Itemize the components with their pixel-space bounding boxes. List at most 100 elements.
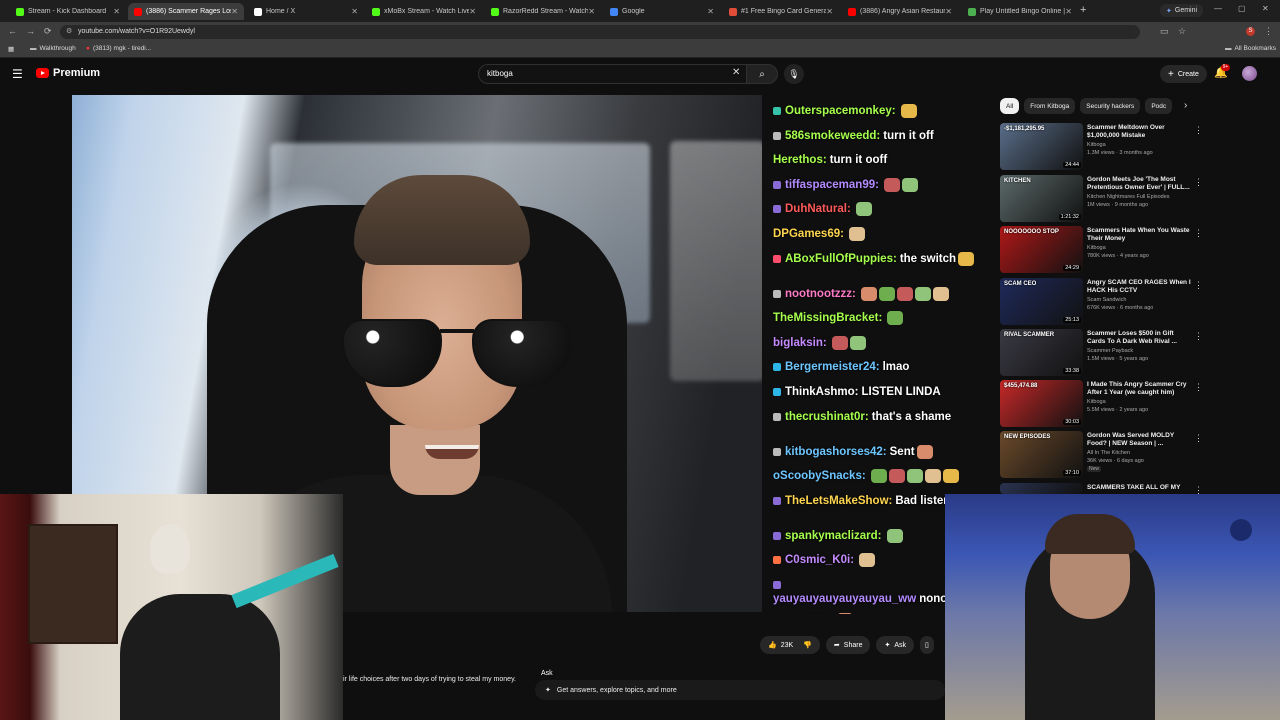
browser-tab[interactable]: Home / X ✕ [248,3,364,20]
forward-icon[interactable]: → [26,26,35,36]
channel-name[interactable]: Kitchen Nightmares Full Episodes [1087,194,1170,200]
chat-username[interactable]: Bergermeister24: [785,361,880,373]
recommended-video[interactable]: NOOOOOOO STOP 24:29 Scammers Hate When You… [1000,226,1203,274]
chat-username[interactable]: spankymaclizard: [785,530,882,542]
filter-chip[interactable]: From Kitboga [1024,98,1076,114]
search-button[interactable]: ⌕ [746,64,778,84]
create-button[interactable]: + Create [1160,65,1207,83]
chat-username[interactable]: TheLetsMakeShow: [785,495,892,507]
recommended-video[interactable]: $455,474.88 30:03 I Made This Angry Scamme… [1000,380,1203,428]
more-options-icon[interactable]: ⋮ [1194,433,1203,444]
bookmark-mgk[interactable]: ● (3813) mgk - tiredi... [86,45,151,52]
search-input[interactable]: kitboga [478,64,746,84]
new-tab-button[interactable]: + [1080,4,1086,16]
browser-tab[interactable]: #1 Free Bingo Card Generator✕ [723,3,839,20]
maximize-icon[interactable]: ▢ [1238,4,1246,13]
video-title[interactable]: Gordon Meets Joe 'The Most Pretentious O… [1087,176,1193,192]
browser-tab[interactable]: xMoBx Stream - Watch Live on✕ [366,3,482,20]
chat-username[interactable]: oScoobySnacks: [773,470,866,482]
site-info-icon[interactable]: ⚙ [66,25,72,39]
video-title[interactable]: SCAMMERS TAKE ALL OF MY [1087,484,1193,492]
video-title[interactable]: Angry SCAM CEO RAGES When I HACK His CCT… [1087,279,1193,295]
chat-username[interactable]: DuhNatural: [785,203,851,215]
browser-tab[interactable]: (3886) Angry Asian Restaurant✕ [842,3,958,20]
more-options-icon[interactable]: ⋮ [1194,177,1203,188]
tab-close-icon[interactable]: ✕ [826,7,833,16]
all-bookmarks[interactable]: ▬ All Bookmarks [1225,45,1276,52]
profile-icon[interactable]: S [1246,27,1255,36]
chat-username[interactable]: yauyauyauyauyauyau_ww [773,593,916,605]
close-window-icon[interactable]: ✕ [1262,4,1269,13]
chat-username[interactable]: thecrushinat0r: [785,411,869,423]
hamburger-menu-icon[interactable]: ☰ [12,67,23,81]
video-thumbnail[interactable]: NOOOOOOO STOP 24:29 [1000,226,1083,273]
cast-icon[interactable]: ▭ [1160,26,1169,37]
save-button[interactable]: ▯ [920,636,934,654]
tab-close-icon[interactable]: ✕ [351,7,358,16]
chat-username[interactable]: ThinkAshmo: [785,386,858,398]
clear-search-icon[interactable]: ✕ [732,67,740,78]
recommended-video[interactable]: KITCHEN 1:21:32 Gordon Meets Joe 'The Most… [1000,175,1203,223]
more-options-icon[interactable]: ⋮ [1194,125,1203,136]
voice-search-button[interactable]: 🎙 [784,64,804,84]
chat-username[interactable]: Herethos: [773,154,827,166]
tab-close-icon[interactable]: ✕ [707,7,714,16]
browser-tab[interactable]: Play Untitled Bingo Online | Bin✕ [962,3,1078,20]
minimize-icon[interactable]: — [1214,4,1222,13]
channel-name[interactable]: Scam Sandwich [1087,297,1126,303]
tab-close-icon[interactable]: ✕ [588,7,595,16]
bookmark-walkthrough[interactable]: ▬ Walkthrough [30,45,76,52]
tab-close-icon[interactable]: ✕ [469,7,476,16]
browser-tab[interactable]: (3886) Scammer Rages Los ✕ [128,3,244,20]
ask-button[interactable]: ✦ Ask [876,636,915,654]
ask-input[interactable]: ✦ Get answers, explore topics, and more [535,680,945,700]
video-title[interactable]: Scammer Loses $500 in Gift Cards To A Da… [1087,330,1193,346]
chat-username[interactable]: tiffaspaceman99: [785,179,879,191]
recommended-video[interactable]: -$1,181,295.95 24:44 Scammer Meltdown Over… [1000,123,1203,171]
chat-username[interactable]: kitbogashorses42: [785,446,887,458]
video-thumbnail[interactable]: SCAM CEO 25:13 [1000,278,1083,325]
video-thumbnail[interactable]: NEW EPISODES 37:10 [1000,431,1083,478]
more-options-icon[interactable]: ⋮ [1194,331,1203,342]
chat-username[interactable]: nootnootzzz: [785,288,856,300]
recommended-video[interactable]: SCAM CEO 25:13 Angry SCAM CEO RAGES When I… [1000,278,1203,326]
gemini-button[interactable]: ✦ Gemini [1160,4,1204,17]
chat-username[interactable]: C0smic_K0i: [785,554,854,566]
more-options-icon[interactable]: ⋮ [1194,228,1203,239]
browser-tab[interactable]: Stream - Kick Dashboard ✕ [10,3,126,20]
recommended-video[interactable]: RIVAL SCAMMER 33:38 Scammer Loses $500 in … [1000,329,1203,377]
apps-icon[interactable]: ▦ [8,45,14,53]
more-options-icon[interactable]: ⋮ [1194,280,1203,291]
video-thumbnail[interactable]: $455,474.88 30:03 [1000,380,1083,427]
browser-menu-icon[interactable]: ⋮ [1264,26,1273,37]
chat-username[interactable]: ABoxFullOfPuppies: [785,253,897,265]
chat-username[interactable]: 586smokeweedd: [785,130,880,142]
browser-tab[interactable]: RazorRedd Stream - Watch Liv✕ [485,3,601,20]
video-title[interactable]: Scammer Meltdown Over $1,000,000 Mistake [1087,124,1193,140]
filter-chip[interactable]: Podc [1145,98,1173,114]
video-thumbnail[interactable]: RIVAL SCAMMER 33:38 [1000,329,1083,376]
video-title[interactable]: Scammers Hate When You Waste Their Money [1087,227,1193,243]
bookmark-star-icon[interactable]: ☆ [1178,26,1186,37]
video-thumbnail[interactable]: KITCHEN 1:21:32 [1000,175,1083,222]
reload-icon[interactable]: ⟳ [44,26,52,37]
url-field[interactable]: ⚙ youtube.com/watch?v=O1R92Uewdyl [60,25,1140,39]
browser-tab[interactable]: Google ✕ [604,3,720,20]
chevron-right-icon[interactable]: › [1184,100,1187,111]
video-title[interactable]: Gordon Was Served MOLDY Food? | NEW Seas… [1087,432,1193,448]
avatar[interactable] [1242,66,1257,81]
more-options-icon[interactable]: ⋮ [1194,382,1203,393]
chat-username[interactable]: Outerspacemonkey: [785,105,896,117]
recommended-video[interactable]: NEW EPISODES 37:10 Gordon Was Served MOLDY… [1000,431,1203,479]
share-button[interactable]: ➦ Share [825,636,871,654]
tab-close-icon[interactable]: ✕ [113,7,120,16]
channel-name[interactable]: Kitboga [1087,245,1106,251]
dislike-icon[interactable]: 👎 [803,641,812,649]
chat-username[interactable]: biglaksin: [773,337,827,349]
chat-username[interactable]: DPGames69: [773,228,844,240]
video-title[interactable]: I Made This Angry Scammer Cry After 1 Ye… [1087,381,1193,397]
like-button[interactable]: 👍 23K 👎 [760,636,820,654]
filter-chip[interactable]: All [1000,98,1020,114]
channel-name[interactable]: Kitboga [1087,142,1106,148]
channel-name[interactable]: Kitboga [1087,399,1106,405]
